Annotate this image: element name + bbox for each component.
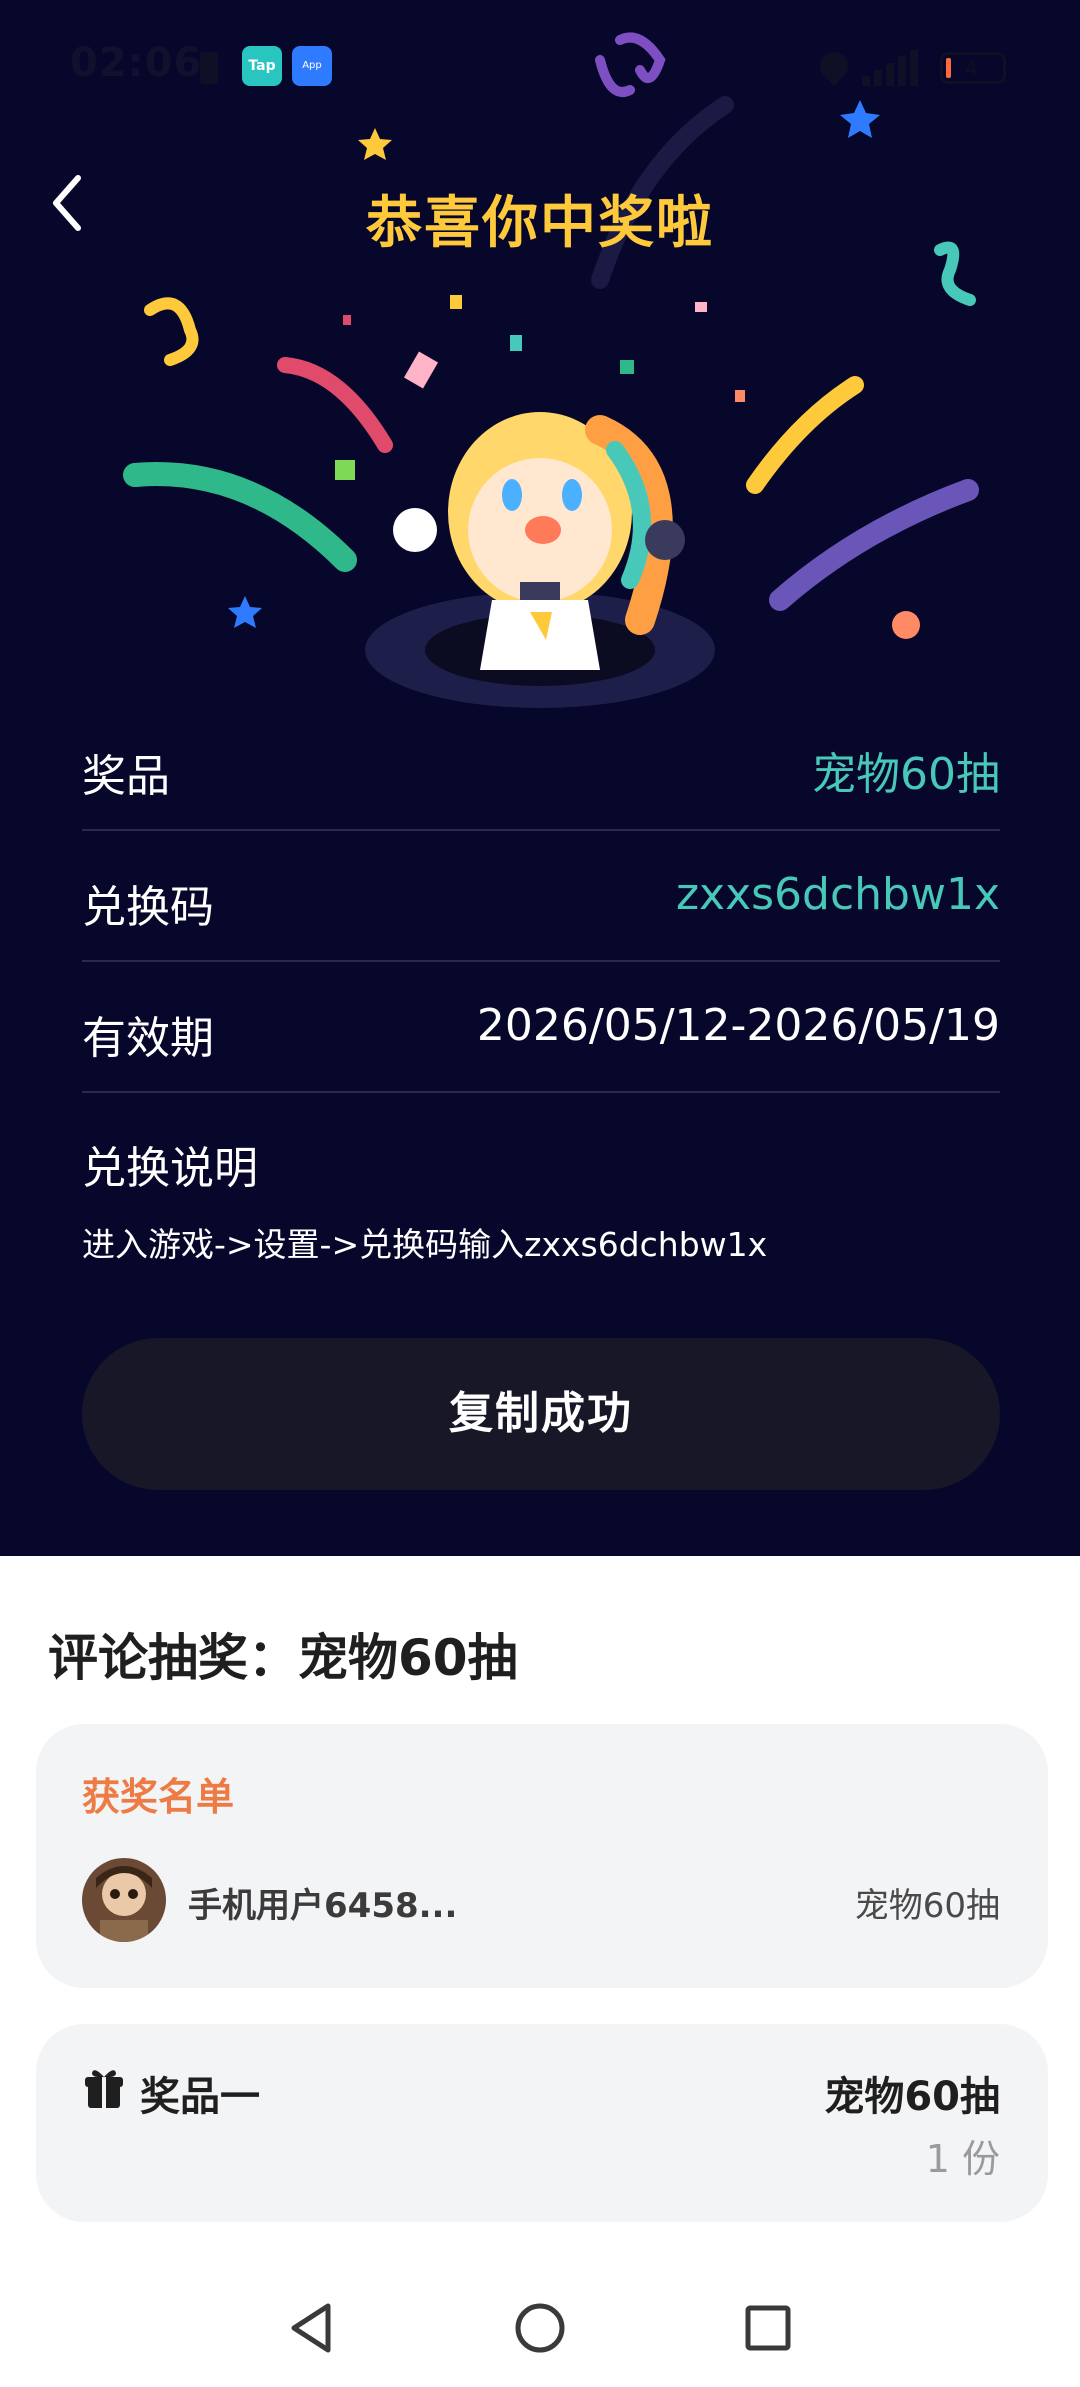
- page-title: 恭喜你中奖啦: [366, 191, 714, 256]
- prize-label: 奖品: [82, 751, 170, 802]
- system-nav-bar: [0, 2270, 1080, 2387]
- winner-name: 手机用户6458...: [188, 1886, 458, 1926]
- prize-card-name: 宠物60抽: [824, 2074, 1000, 2120]
- winner-prize: 宠物60抽: [854, 1886, 1000, 1926]
- home-circle-icon[interactable]: [510, 2298, 570, 2358]
- winners-title: 获奖名单: [82, 1775, 235, 1819]
- validity-value: 2026/05/12-2026/05/19: [476, 1000, 1000, 1051]
- winners-card: 获奖名单 手机用户6458... 宠物60抽: [36, 1724, 1048, 1988]
- celebration-illustration: [123, 32, 979, 708]
- copy-button[interactable]: 复制成功: [82, 1338, 1000, 1490]
- prize-card: 奖品一 宠物60抽 1 份: [36, 2024, 1048, 2222]
- recents-square-icon[interactable]: [738, 2298, 798, 2358]
- code-label: 兑换码: [82, 882, 214, 933]
- avatar-image: [82, 1858, 166, 1942]
- prize-details: 奖品 宠物60抽 兑换码 zxxs6dchbw1x 有效期 2026/05/12…: [82, 700, 1000, 1093]
- validity-row: 有效期 2026/05/12-2026/05/19: [82, 962, 1000, 1093]
- prize-card-count: 1 份: [925, 2137, 1000, 2181]
- validity-label: 有效期: [82, 1013, 214, 1064]
- page: 02:06 Tap App 4 恭喜你中奖啦 奖品 宠物60抽 兑换码 zxxs…: [0, 0, 1080, 2387]
- prize-value: 宠物60抽: [812, 749, 1000, 800]
- code-row: 兑换码 zxxs6dchbw1x: [82, 831, 1000, 962]
- instructions-text: 进入游戏->设置->兑换码输入zxxs6dchbw1x: [82, 1225, 768, 1264]
- redeem-code[interactable]: zxxs6dchbw1x: [676, 869, 1000, 920]
- gift-icon: [85, 2070, 123, 2108]
- back-triangle-icon[interactable]: [282, 2298, 342, 2358]
- prize-card-label: 奖品一: [140, 2074, 260, 2120]
- prize-hero: 02:06 Tap App 4 恭喜你中奖啦 奖品 宠物60抽 兑换码 zxxs…: [0, 0, 1080, 1556]
- instructions-title: 兑换说明: [82, 1143, 258, 1194]
- avatar[interactable]: [82, 1858, 166, 1942]
- lottery-title: 评论抽奖：宠物60抽: [48, 1629, 518, 1687]
- prize-row: 奖品 宠物60抽: [82, 700, 1000, 831]
